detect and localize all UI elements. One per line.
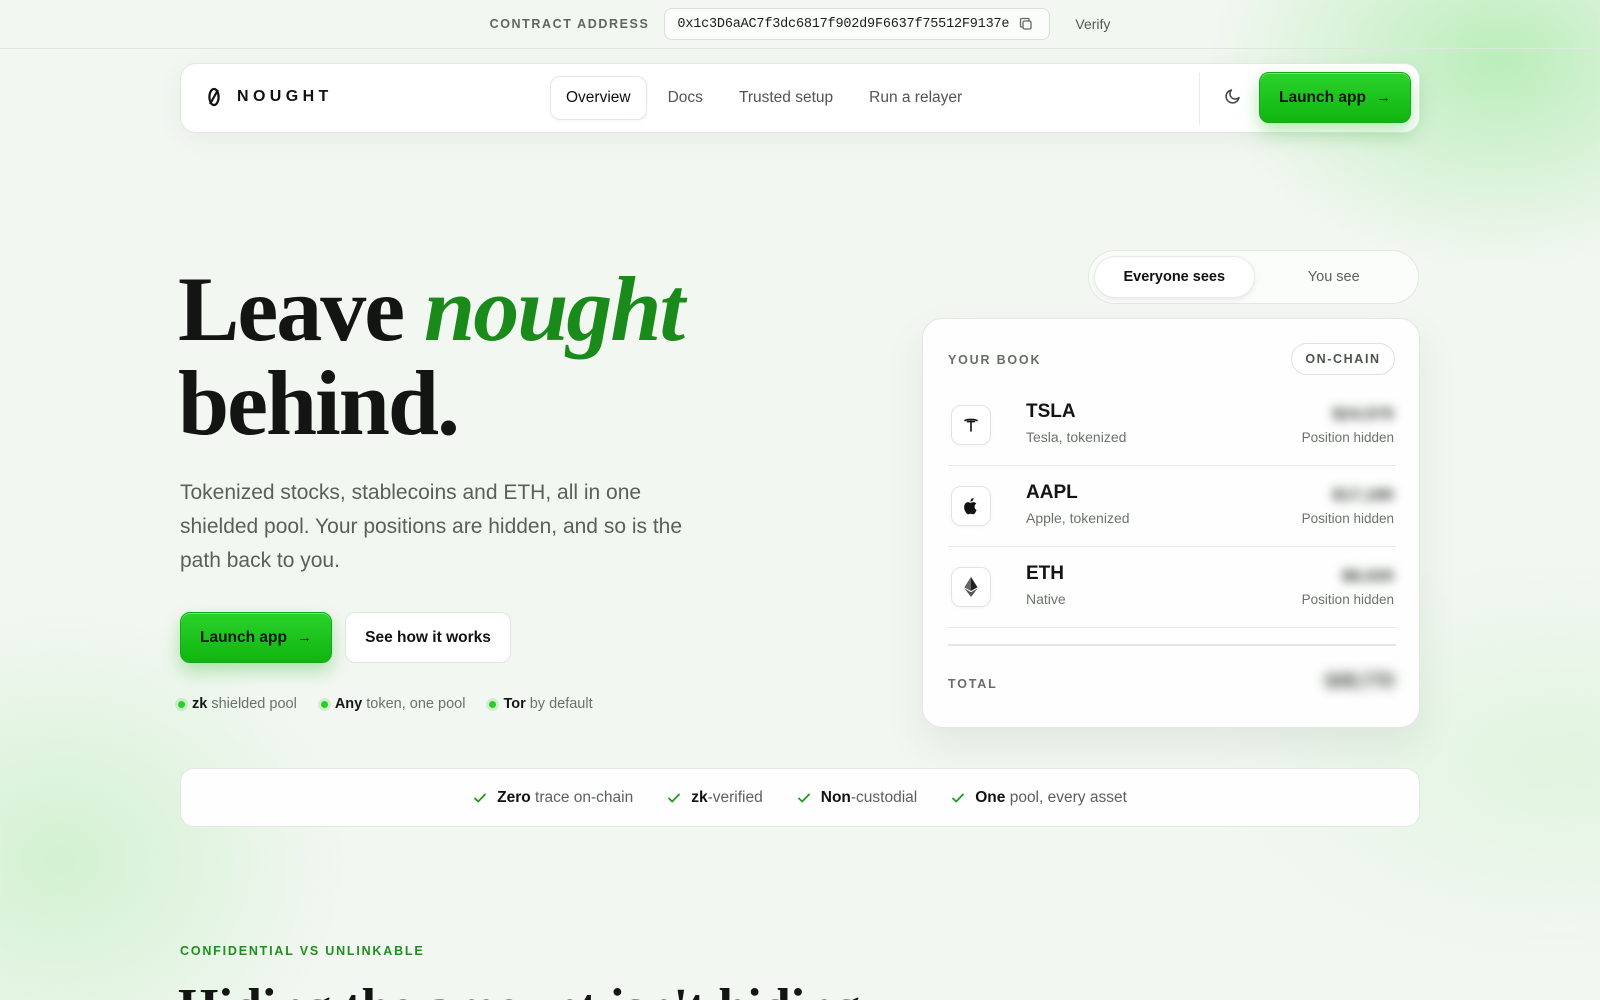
hero-tag-text: shielded pool (207, 696, 297, 712)
feature-bold: Zero (497, 788, 531, 806)
features-strip: Zero trace on-chain zk-verified Non-cust… (180, 768, 1420, 827)
asset-symbol: TSLA (1026, 401, 1076, 422)
nav-link-run-a-relayer[interactable]: Run a relayer (854, 76, 977, 120)
feature-text: -verified (707, 788, 763, 806)
feature-bold: Non (820, 788, 851, 806)
feature-bold: One (975, 788, 1006, 806)
apple-icon (951, 486, 991, 526)
check-icon (952, 793, 965, 802)
hero-launch-app-label: Launch app (200, 628, 287, 646)
asset-description: Tesla, tokenized (1026, 429, 1127, 445)
nav-link-trusted-setup[interactable]: Trusted setup (724, 76, 848, 120)
contract-address-field[interactable]: 0x1c3D6aAC7f3dc6817f902d9F6637f75512F913… (664, 8, 1051, 40)
feature-item: zk-verified (667, 789, 763, 807)
tesla-icon (951, 405, 991, 445)
contract-address-label: CONTRACT ADDRESS (489, 17, 650, 31)
hero-title: Leave nought behind. (178, 262, 818, 450)
hero-title-line2: behind. (178, 352, 460, 454)
asset-symbol: ETH (1026, 563, 1064, 584)
feature-text: pool, every asset (1005, 788, 1127, 806)
hero-tag-text: token, one pool (362, 696, 466, 712)
book-title: YOUR BOOK (948, 353, 1042, 367)
hero-tag-bold: Any (334, 696, 363, 712)
contract-address-bar: CONTRACT ADDRESS 0x1c3D6aAC7f3dc6817f902… (0, 0, 1600, 49)
position-status: Position hidden (1301, 592, 1394, 607)
main-nav: NOUGHT Overview Docs Trusted setup Run a… (180, 63, 1420, 133)
hidden-total-value: $49,770 (1325, 671, 1394, 692)
theme-toggle-button[interactable] (1217, 82, 1249, 114)
hero-tag-bold: zk (192, 696, 208, 712)
arrow-right-icon: → (296, 629, 312, 646)
nav-link-docs[interactable]: Docs (653, 76, 718, 120)
status-dot-icon (489, 700, 497, 708)
feature-item: Zero trace on-chain (473, 789, 633, 807)
hero-tag: zk shielded pool (178, 696, 297, 712)
section-eyebrow: CONFIDENTIAL VS UNLINKABLE (180, 944, 425, 958)
see-how-it-works-button[interactable]: See how it works (345, 612, 511, 663)
hero-tags: zk shielded pool Any token, one pool Tor… (178, 696, 593, 712)
verify-link[interactable]: Verify (1075, 16, 1110, 32)
check-icon (474, 793, 487, 802)
hero-launch-app-button[interactable]: Launch app → (180, 612, 332, 663)
feature-item: One pool, every asset (951, 789, 1127, 807)
copy-icon[interactable] (1019, 17, 1033, 31)
asset-row-tsla[interactable]: TSLA Tesla, tokenized $24,570 Position h… (948, 385, 1396, 466)
status-dot-icon (178, 700, 185, 708)
contract-address-value[interactable]: 0x1c3D6aAC7f3dc6817f902d9F6637f75512F913… (677, 17, 1009, 32)
hidden-position-value: $8,020 (1342, 568, 1394, 585)
brand[interactable]: NOUGHT (207, 86, 333, 108)
total-label: TOTAL (948, 677, 998, 691)
asset-row-aapl[interactable]: AAPL Apple, tokenized $17,180 Position h… (948, 466, 1396, 547)
ethereum-icon (951, 567, 991, 607)
check-icon (668, 793, 681, 802)
hero-title-accent: nought (424, 258, 685, 360)
toggle-you-see[interactable]: You see (1255, 256, 1414, 298)
brand-name: NOUGHT (237, 88, 333, 105)
on-chain-badge: ON-CHAIN (1291, 343, 1395, 375)
status-dot-icon (320, 700, 328, 708)
nav-link-overview[interactable]: Overview (550, 76, 647, 120)
asset-description: Native (1026, 591, 1066, 607)
feature-item: Non-custodial (797, 789, 917, 807)
position-status: Position hidden (1301, 511, 1394, 526)
asset-description: Apple, tokenized (1026, 510, 1130, 526)
hero-tag: Tor by default (489, 696, 593, 712)
asset-symbol: AAPL (1026, 482, 1078, 503)
nav-launch-app-label: Launch app (1279, 88, 1366, 106)
nav-launch-app-button[interactable]: Launch app → (1259, 72, 1411, 123)
hero-tag-text: by default (525, 696, 593, 712)
arrow-right-icon: → (1375, 89, 1391, 106)
nought-logo-icon (207, 86, 221, 108)
hero-tag: Any token, one pool (320, 696, 466, 712)
position-status: Position hidden (1301, 430, 1394, 445)
hidden-position-value: $24,570 (1332, 406, 1394, 423)
hero-subtitle: Tokenized stocks, stablecoins and ETH, a… (180, 481, 683, 572)
feature-text: trace on-chain (530, 788, 634, 806)
asset-row-eth[interactable]: ETH Native $8,020 Position hidden (948, 547, 1396, 628)
feature-text: -custodial (850, 788, 918, 806)
book-card: YOUR BOOK ON-CHAIN TSLA Tesla, tokenized… (922, 318, 1420, 728)
hero-tag-bold: Tor (503, 696, 526, 712)
toggle-everyone-sees[interactable]: Everyone sees (1094, 256, 1255, 298)
feature-bold: zk (691, 788, 708, 806)
nav-links: Overview Docs Trusted setup Run a relaye… (550, 76, 983, 120)
moon-icon (1224, 87, 1242, 110)
view-toggle: Everyone sees You see (1088, 250, 1419, 304)
hero-title-plain: Leave (178, 258, 425, 360)
hidden-position-value: $17,180 (1332, 487, 1394, 504)
book-divider (948, 644, 1396, 646)
section-title: Hiding the amount isn't hiding (178, 978, 860, 1000)
check-icon (797, 793, 810, 802)
nav-divider (1199, 73, 1200, 125)
